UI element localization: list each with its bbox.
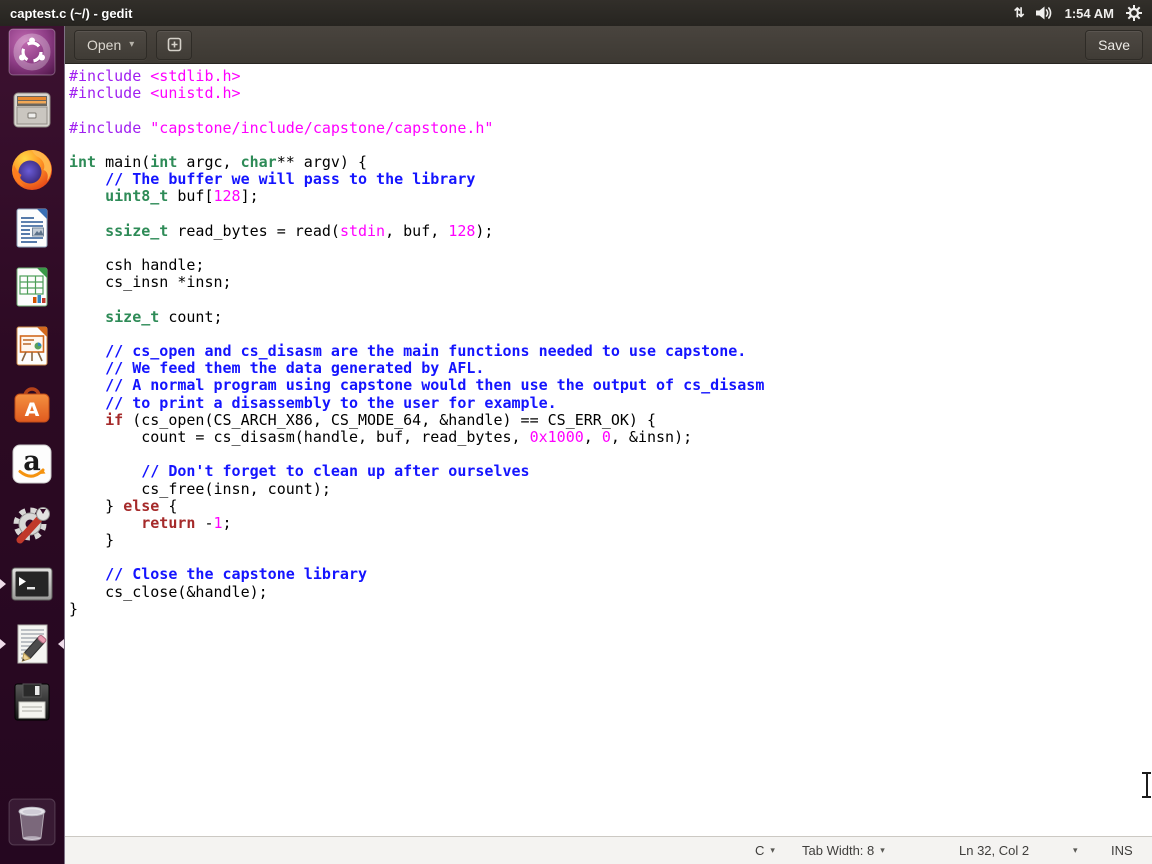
insert-mode-label: INS: [1111, 843, 1133, 858]
cursor-position-label: Ln 32, Col 2: [959, 843, 1030, 858]
floppy-disk-icon[interactable]: [8, 678, 56, 726]
unity-launcher: A a: [0, 26, 64, 864]
chevron-down-icon: ▾: [1073, 845, 1078, 855]
amazon-icon[interactable]: a: [8, 440, 56, 488]
new-document-icon: [167, 37, 182, 52]
libreoffice-writer-icon[interactable]: [8, 204, 56, 252]
editor-text-area[interactable]: #include <stdlib.h> #include <unistd.h> #…: [65, 64, 1152, 836]
gedit-statusbar: C ▾ Tab Width: 8 ▾ Ln 32, Col 2 ▾ INS: [65, 836, 1152, 864]
save-button[interactable]: Save: [1085, 29, 1143, 60]
gedit-icon[interactable]: [8, 620, 56, 668]
terminal-icon[interactable]: [8, 560, 56, 608]
statusbar-dropdown[interactable]: ▾: [1073, 837, 1078, 864]
volume-icon[interactable]: [1035, 5, 1053, 21]
window-title: captest.c (~/) - gedit: [10, 5, 133, 21]
files-icon[interactable]: [8, 86, 56, 134]
desktop: captest.c (~/) - gedit ⇅ 1:54 AM A a Ope…: [0, 0, 1152, 864]
libreoffice-impress-icon[interactable]: [8, 322, 56, 370]
terminal-running-indicator: [0, 579, 6, 589]
network-indicator-icon[interactable]: ⇅: [1014, 5, 1025, 21]
ubuntu-software-icon[interactable]: A: [8, 381, 56, 429]
svg-text:A: A: [25, 399, 40, 421]
gedit-toolbar: Open ▾ Save: [65, 26, 1152, 64]
clock[interactable]: 1:54 AM: [1065, 6, 1114, 21]
trash-icon[interactable]: [8, 798, 56, 846]
open-button[interactable]: Open ▾: [74, 29, 148, 60]
gedit-running-indicator: [0, 639, 6, 649]
top-panel: captest.c (~/) - gedit ⇅ 1:54 AM: [0, 0, 1152, 26]
chevron-down-icon: ▾: [770, 845, 775, 855]
firefox-icon[interactable]: [8, 145, 56, 193]
system-settings-icon[interactable]: [8, 499, 56, 547]
chevron-down-icon: ▾: [129, 39, 135, 50]
session-gear-icon[interactable]: [1126, 5, 1142, 21]
gedit-focused-indicator: [58, 639, 64, 649]
tab-width-selector[interactable]: Tab Width: 8 ▾: [802, 837, 885, 864]
ubuntu-dash-icon[interactable]: [8, 28, 56, 76]
gedit-window: Open ▾ Save #include <stdlib.h> #include …: [64, 26, 1152, 864]
mouse-cursor-ibeam: [1141, 772, 1152, 798]
chevron-down-icon: ▾: [880, 845, 885, 855]
libreoffice-calc-icon[interactable]: [8, 263, 56, 311]
code-lines: #include <stdlib.h> #include <unistd.h> #…: [69, 67, 765, 618]
new-document-button[interactable]: [156, 29, 193, 60]
language-selector[interactable]: C ▾: [755, 837, 775, 864]
